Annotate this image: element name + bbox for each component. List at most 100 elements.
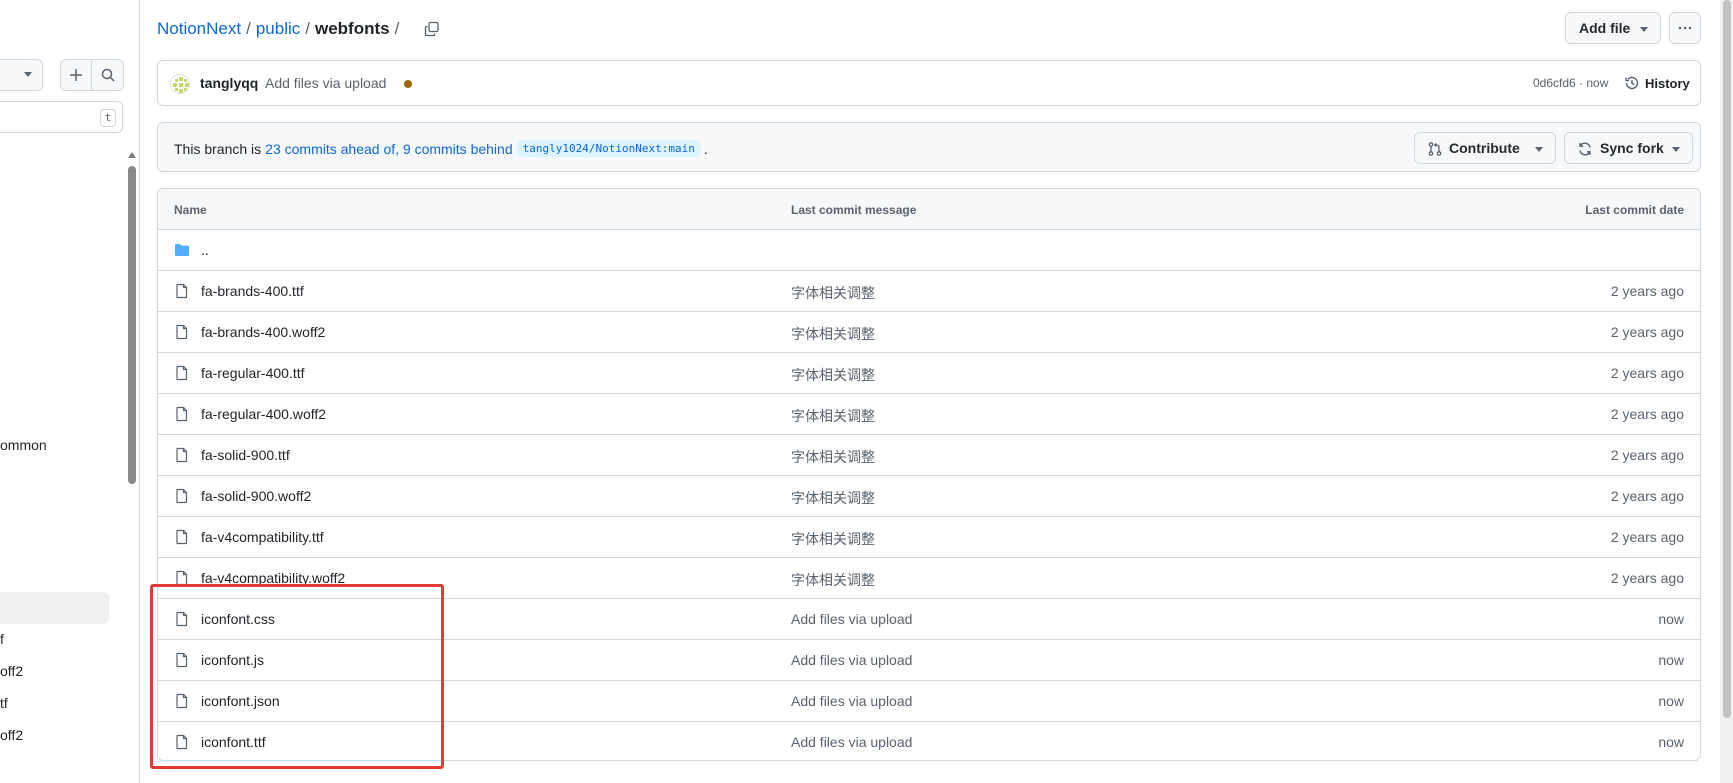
sidebar-scrollbar[interactable] — [128, 166, 136, 484]
file-name-link[interactable]: iconfont.json — [201, 693, 280, 709]
commit-status-dot[interactable] — [404, 80, 412, 88]
sidebar-item[interactable]: f — [0, 631, 4, 647]
commit-message-link[interactable]: 字体相关调整 — [791, 488, 875, 508]
table-row[interactable]: iconfont.css Add files via upload now — [158, 599, 1700, 640]
keyboard-shortcut-hint: t — [100, 109, 116, 127]
commit-message-link[interactable]: 字体相关调整 — [791, 324, 875, 344]
table-row[interactable]: fa-v4compatibility.ttf 字体相关调整 2 years ago — [158, 517, 1700, 558]
scroll-up-arrow[interactable] — [128, 152, 136, 158]
commit-date: 2 years ago — [1610, 488, 1684, 504]
file-name-link[interactable]: fa-v4compatibility.woff2 — [201, 570, 345, 586]
file-name-link[interactable]: iconfont.css — [201, 611, 275, 627]
latest-commit-bar: tanglyqq Add files via upload 0d6cfd6 · … — [157, 60, 1701, 106]
commit-message-link[interactable]: 字体相关调整 — [791, 529, 875, 549]
file-icon — [176, 529, 188, 545]
column-header-date: Last commit date — [1585, 203, 1684, 217]
chevron-down-icon — [24, 72, 32, 77]
search-sidebar-button[interactable] — [92, 59, 124, 91]
table-row[interactable]: fa-regular-400.ttf 字体相关调整 2 years ago — [158, 353, 1700, 394]
branch-selector[interactable] — [0, 59, 43, 91]
file-icon — [176, 283, 188, 299]
commit-date: 2 years ago — [1610, 529, 1684, 545]
plus-icon — [70, 69, 82, 81]
breadcrumb-repo-link[interactable]: NotionNext — [157, 19, 241, 39]
commit-message-link[interactable]: 字体相关调整 — [791, 406, 875, 426]
file-icon — [176, 324, 188, 340]
commit-date: 2 years ago — [1610, 447, 1684, 463]
commit-message-link[interactable]: Add files via upload — [265, 75, 386, 91]
file-name-link[interactable]: fa-solid-900.ttf — [201, 447, 290, 463]
parent-directory-row[interactable]: .. — [158, 230, 1700, 271]
upstream-branch-ref[interactable]: tangly1024/NotionNext:main — [516, 140, 701, 157]
contribute-button[interactable]: Contribute — [1414, 132, 1556, 164]
chevron-down-icon — [1640, 27, 1648, 32]
table-row[interactable]: fa-brands-400.ttf 字体相关调整 2 years ago — [158, 271, 1700, 312]
file-icon — [176, 611, 188, 627]
copy-path-button[interactable] — [418, 15, 446, 43]
git-pull-request-icon — [1428, 142, 1442, 156]
commit-message-link[interactable]: Add files via upload — [791, 734, 912, 750]
parent-directory-link[interactable]: .. — [201, 242, 209, 258]
file-name-link[interactable]: fa-brands-400.ttf — [201, 283, 304, 299]
table-row[interactable]: fa-v4compatibility.woff2 字体相关调整 2 years ag… — [158, 558, 1700, 599]
commit-message-link[interactable]: 字体相关调整 — [791, 365, 875, 385]
sync-icon — [1579, 142, 1591, 156]
file-icon — [176, 652, 188, 668]
table-row[interactable]: iconfont.ttf Add files via upload now — [158, 722, 1700, 760]
commit-author-link[interactable]: tanglyqq — [200, 75, 258, 91]
file-icon — [176, 570, 188, 586]
file-name-link[interactable]: fa-brands-400.woff2 — [201, 324, 325, 340]
sidebar-item[interactable]: ommon — [0, 437, 47, 453]
file-name-link[interactable]: iconfont.js — [201, 652, 264, 668]
table-row[interactable]: fa-brands-400.woff2 字体相关调整 2 years ago — [158, 312, 1700, 353]
folder-icon — [175, 244, 189, 256]
commit-sha-link[interactable]: 0d6cfd6 · now — [1533, 76, 1608, 90]
file-name-link[interactable]: fa-solid-900.woff2 — [201, 488, 311, 504]
table-header: Name Last commit message Last commit dat… — [158, 189, 1700, 230]
commit-date: 2 years ago — [1610, 570, 1684, 586]
sidebar-item[interactable]: tf — [0, 695, 8, 711]
history-button[interactable]: History — [1624, 75, 1690, 91]
commit-message-link[interactable]: 字体相关调整 — [791, 570, 875, 590]
sidebar-item[interactable]: off2 — [0, 727, 23, 743]
sync-fork-label: Sync fork — [1600, 140, 1664, 156]
column-header-message: Last commit message — [791, 203, 917, 217]
file-name-link[interactable]: fa-v4compatibility.ttf — [201, 529, 324, 545]
commit-message-link[interactable]: 字体相关调整 — [791, 447, 875, 467]
branch-status-text: This branch is 23 commits ahead of, 9 co… — [174, 140, 708, 157]
sidebar-selected-item[interactable] — [0, 592, 109, 624]
avatar[interactable] — [170, 74, 190, 94]
commit-date: now — [1658, 652, 1684, 668]
add-file-label: Add file — [1579, 20, 1631, 36]
commit-message-link[interactable]: Add files via upload — [791, 652, 912, 668]
table-row[interactable]: iconfont.js Add files via upload now — [158, 640, 1700, 681]
add-file-button[interactable]: Add file — [1565, 12, 1661, 44]
add-file-sidebar-button[interactable] — [60, 59, 92, 91]
chevron-down-icon — [1535, 147, 1543, 152]
commit-message-link[interactable]: Add files via upload — [791, 693, 912, 709]
sidebar-item[interactable]: off2 — [0, 663, 23, 679]
file-name-link[interactable]: iconfont.ttf — [201, 734, 266, 750]
compare-commits-link[interactable]: 23 commits ahead of, 9 commits behind — [265, 141, 512, 157]
breadcrumb-folder-link[interactable]: public — [256, 19, 300, 39]
breadcrumb-separator: / — [246, 19, 251, 38]
table-row[interactable]: fa-solid-900.woff2 字体相关调整 2 years ago — [158, 476, 1700, 517]
commit-message-link[interactable]: Add files via upload — [791, 611, 912, 627]
branch-status-prefix: This branch is — [174, 140, 262, 157]
go-to-file-input[interactable]: t — [0, 101, 123, 133]
more-options-button[interactable] — [1669, 12, 1701, 44]
chevron-down-icon — [1672, 147, 1680, 152]
main-content: NotionNext / public / webfonts / Add fil… — [157, 0, 1701, 783]
table-row[interactable]: iconfont.json Add files via upload now — [158, 681, 1700, 722]
breadcrumb-separator: / — [305, 19, 310, 38]
copy-icon — [425, 21, 439, 37]
search-icon — [101, 68, 115, 82]
sync-fork-button[interactable]: Sync fork — [1564, 132, 1693, 164]
file-name-link[interactable]: fa-regular-400.ttf — [201, 365, 305, 381]
table-row[interactable]: fa-solid-900.ttf 字体相关调整 2 years ago — [158, 435, 1700, 476]
table-row[interactable]: fa-regular-400.woff2 字体相关调整 2 years ago — [158, 394, 1700, 435]
commit-message-link[interactable]: 字体相关调整 — [791, 283, 875, 303]
page-scrollbar-thumb[interactable] — [1723, 0, 1731, 718]
column-header-name: Name — [174, 203, 207, 217]
file-name-link[interactable]: fa-regular-400.woff2 — [201, 406, 326, 422]
